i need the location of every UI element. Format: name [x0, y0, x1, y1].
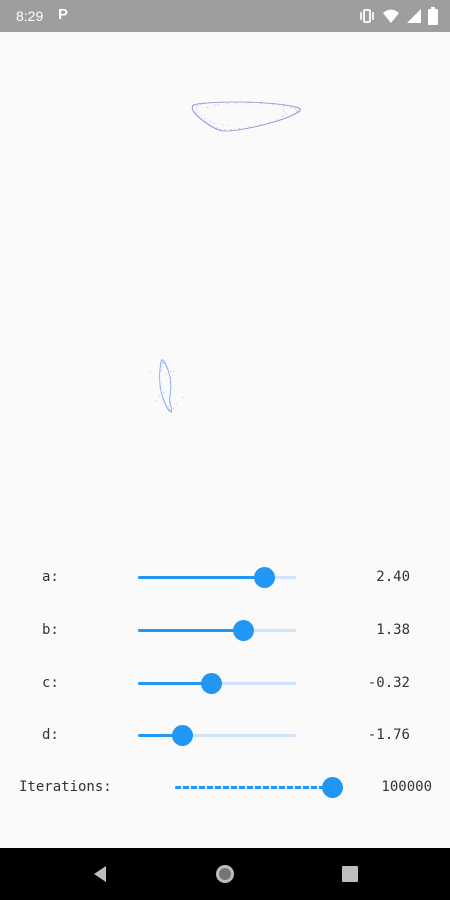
- param-label: b:: [42, 622, 59, 638]
- attractor-points: [150, 101, 301, 413]
- status-bar: 8:29 P: [0, 0, 450, 32]
- iterations-label: Iterations:: [19, 779, 112, 795]
- param-slider[interactable]: [138, 619, 296, 643]
- navigation-bar: [0, 848, 450, 900]
- iterations-slider-thumb[interactable]: [322, 777, 343, 798]
- iterations-slider[interactable]: [175, 776, 343, 800]
- iterations-value: 100000: [381, 779, 432, 795]
- param-value: 2.40: [376, 569, 410, 585]
- param-label: d:: [42, 727, 59, 743]
- param-row: a: 2.40: [0, 558, 450, 598]
- home-icon[interactable]: [213, 862, 237, 886]
- param-value: -1.76: [367, 727, 410, 743]
- param-slider-thumb[interactable]: [172, 725, 194, 746]
- back-icon[interactable]: [88, 862, 112, 886]
- status-time: 8:29: [16, 8, 44, 24]
- iterations-slider-ticks: [175, 786, 332, 789]
- param-value: 1.38: [376, 622, 410, 638]
- param-row: c: -0.32: [0, 664, 450, 704]
- param-slider[interactable]: [138, 566, 296, 590]
- param-slider-thumb[interactable]: [200, 673, 222, 694]
- app-notification-icon: P: [58, 6, 69, 23]
- iterations-row: Iterations: 100000: [0, 768, 450, 808]
- param-slider-thumb[interactable]: [254, 567, 276, 588]
- signal-icon: [407, 9, 421, 23]
- param-row: b: 1.38: [0, 611, 450, 651]
- param-value: -0.32: [367, 675, 410, 691]
- param-row: d: -1.76: [0, 716, 450, 756]
- param-label: a:: [42, 569, 59, 585]
- param-slider[interactable]: [138, 724, 296, 748]
- param-label: c:: [42, 675, 59, 691]
- param-slider[interactable]: [138, 672, 296, 696]
- status-icons: [358, 7, 438, 25]
- battery-icon: [428, 7, 438, 25]
- param-slider-fill: [138, 682, 211, 685]
- vibrate-icon: [360, 9, 374, 23]
- attractor-plot: [150, 101, 301, 413]
- attractor-canvas: [0, 32, 450, 552]
- param-slider-fill: [138, 629, 244, 632]
- recents-icon[interactable]: [338, 862, 362, 886]
- param-slider-fill: [138, 576, 265, 579]
- param-slider-thumb[interactable]: [233, 620, 255, 641]
- wifi-icon: [383, 9, 399, 23]
